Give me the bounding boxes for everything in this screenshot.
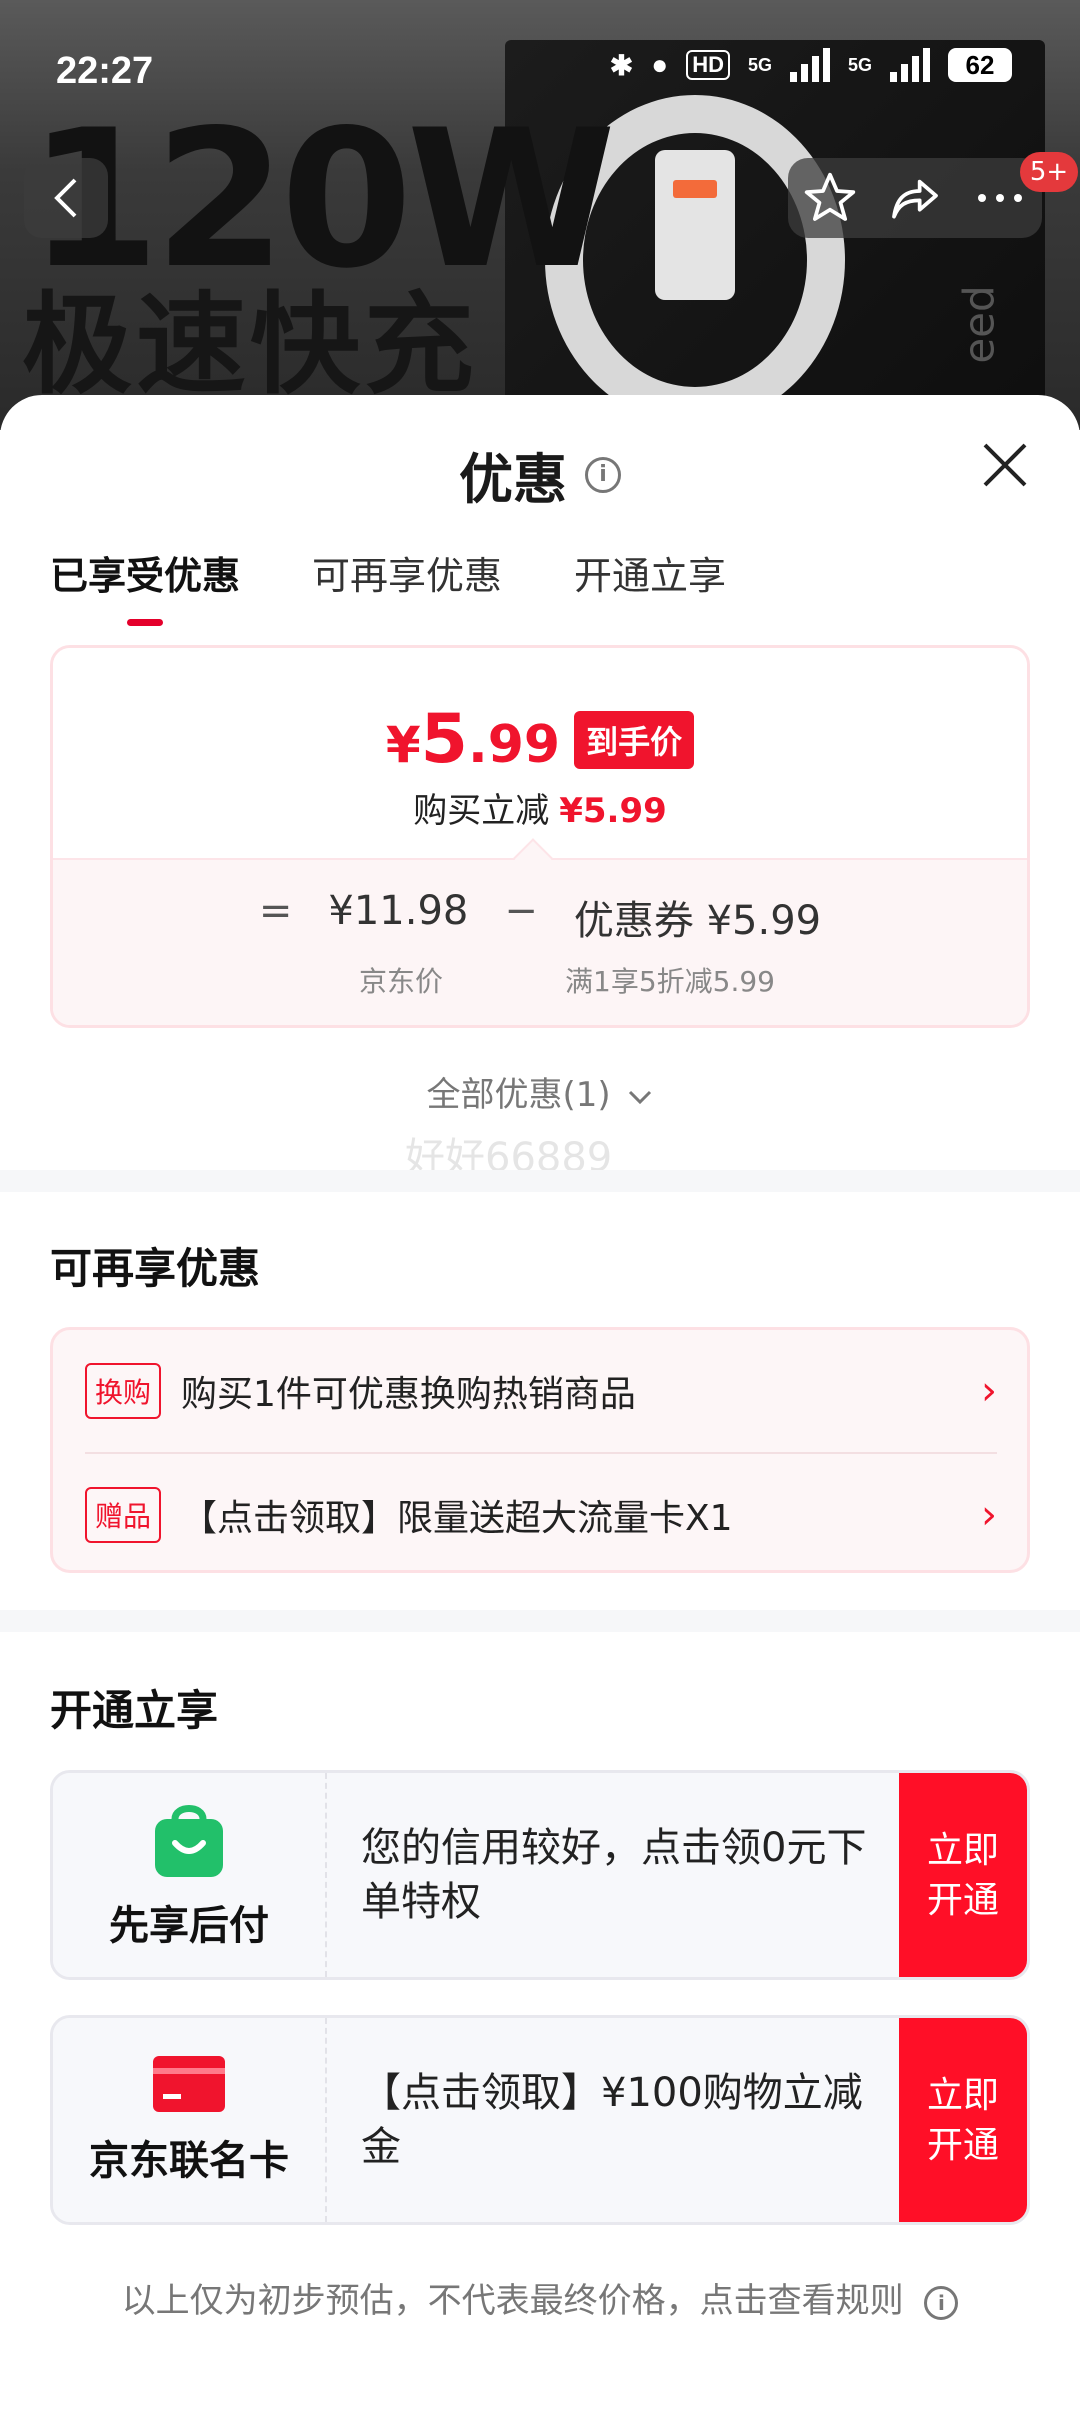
final-price: ¥5.99 <box>386 700 560 779</box>
coupon-rule: 满1享5折减5.99 <box>565 965 775 998</box>
banner-side-text: eed <box>954 285 1004 364</box>
star-icon[interactable] <box>802 170 858 226</box>
offer-row-gift[interactable]: 赠品 【点击领取】限量送超大流量卡X1 › <box>85 1452 997 1576</box>
service-name: 先享后付 <box>109 1903 269 1949</box>
service-card-cobrand[interactable]: 京东联名卡 【点击领取】¥100购物立减金 立即 开通 <box>50 2015 1030 2225</box>
instant-discount-label: 购买立减 <box>413 791 550 831</box>
cart-badge: 5+ <box>1020 152 1078 192</box>
network-label-2: 5G <box>847 54 872 75</box>
service-card-paylater[interactable]: 先享后付 您的信用较好，点击领0元下单特权 立即 开通 <box>50 1770 1030 1980</box>
chevron-right-icon: › <box>981 1492 997 1538</box>
final-price-group: ¥5.99 到手价 <box>386 700 695 779</box>
service-brand: 京东联名卡 <box>53 2018 327 2222</box>
offer-row-exchange[interactable]: 换购 购买1件可优惠换购热销商品 › <box>85 1330 997 1452</box>
jd-price: ¥11.98 <box>328 888 469 934</box>
info-icon: i <box>924 2285 959 2320</box>
price-top: ¥5.99 到手价 购买立减 ¥5.99 <box>53 648 1027 858</box>
minus-sign: − <box>504 888 538 934</box>
share-icon[interactable] <box>887 170 943 226</box>
usb-plug <box>655 150 735 300</box>
instant-discount-value: ¥5.99 <box>559 791 667 831</box>
service-desc: 您的信用较好，点击领0元下单特权 <box>361 1825 867 1925</box>
footer-note-text: 以上仅为初步预估，不代表最终价格，点击查看规则 <box>121 2281 904 2321</box>
offer-tag: 换购 <box>85 1363 162 1419</box>
section-divider <box>0 1610 1080 1632</box>
coupon-value: ¥5.99 <box>706 898 822 944</box>
tab-bar: 已享受优惠 可再享优惠 开通立享 <box>50 545 726 626</box>
price-integer: 5 <box>420 700 468 779</box>
bluetooth-icon: ✱ <box>609 49 634 81</box>
currency-symbol: ¥ <box>385 716 421 774</box>
shopping-bag-icon <box>155 1805 223 1877</box>
service-name: 京东联名卡 <box>89 2138 289 2184</box>
more-offers-title: 可再享优惠 <box>50 1244 261 1293</box>
status-bar: 22:27 ✱ ● HD 5G 5G 62 <box>0 0 1080 140</box>
network-label-1: 5G <box>747 54 772 75</box>
all-offers-toggle[interactable]: 全部优惠(1) <box>0 1067 1080 1116</box>
tab-activate[interactable]: 开通立享 <box>574 545 726 600</box>
credit-card-icon <box>153 2056 225 2112</box>
offers-sheet: 优惠 i 已享受优惠 可再享优惠 开通立享 ¥5.99 到手价 购买立减 ¥5.9… <box>0 395 1080 2412</box>
sheet-title: 优惠 <box>459 448 567 511</box>
price-card: ¥5.99 到手价 购买立减 ¥5.99 = ¥11.98 − 优惠券 ¥5.99… <box>50 645 1030 1028</box>
activate-button[interactable]: 立即 开通 <box>899 2018 1027 2222</box>
all-offers-label: 全部优惠(1) <box>426 1075 611 1115</box>
chevron-left-icon <box>54 178 77 218</box>
signal-icon-2 <box>890 48 930 82</box>
price-decimal: .99 <box>467 715 561 775</box>
status-icons: ✱ ● HD 5G 5G 62 <box>610 48 1012 82</box>
final-price-tag: 到手价 <box>574 710 695 769</box>
battery-icon: 62 <box>948 48 1012 82</box>
sheet-title-row: 优惠 i <box>0 435 1080 514</box>
offer-tag: 赠品 <box>85 1487 162 1543</box>
more-offers-list: 换购 购买1件可优惠换购热销商品 › 赠品 【点击领取】限量送超大流量卡X1 › <box>50 1327 1030 1573</box>
equals-sign: = <box>258 888 293 934</box>
location-icon: ● <box>651 49 669 80</box>
price-formula: = ¥11.98 − 优惠券 ¥5.99 <box>53 888 1027 946</box>
chevron-right-icon: › <box>981 1368 997 1414</box>
price-line: ¥5.99 到手价 <box>53 700 1027 779</box>
close-icon[interactable] <box>975 435 1035 495</box>
section-divider <box>0 1170 1080 1192</box>
jd-price-label: 京东价 <box>359 965 444 998</box>
footer-note[interactable]: 以上仅为初步预估，不代表最终价格，点击查看规则 i <box>0 2273 1080 2322</box>
service-brand: 先享后付 <box>53 1773 327 1977</box>
back-button[interactable] <box>24 158 108 238</box>
signal-icon-1 <box>789 48 830 82</box>
activate-button[interactable]: 立即 开通 <box>899 1773 1027 1977</box>
offer-text: 购买1件可优惠换购热销商品 <box>181 1374 636 1415</box>
service-desc: 【点击领取】¥100购物立减金 <box>361 2070 863 2170</box>
top-actions <box>788 158 1042 238</box>
activate-title: 开通立享 <box>50 1686 219 1735</box>
offer-text: 【点击领取】限量送超大流量卡X1 <box>181 1498 733 1539</box>
price-breakdown: = ¥11.98 − 优惠券 ¥5.99 京东价 满1享5折减5.99 <box>53 858 1027 1025</box>
coupon-label: 优惠券 <box>573 898 694 944</box>
banner-subline: 极速快充 <box>22 281 478 409</box>
tab-more-offers[interactable]: 可再享优惠 <box>312 545 502 600</box>
tab-enjoyed-offers[interactable]: 已享受优惠 <box>50 545 240 626</box>
chevron-down-icon <box>629 1090 652 1105</box>
more-icon[interactable] <box>972 188 1028 208</box>
info-icon[interactable]: i <box>585 456 621 493</box>
status-time: 22:27 <box>56 50 154 92</box>
instant-discount: 购买立减 ¥5.99 <box>53 783 1027 832</box>
hd-badge: HD <box>686 50 730 80</box>
